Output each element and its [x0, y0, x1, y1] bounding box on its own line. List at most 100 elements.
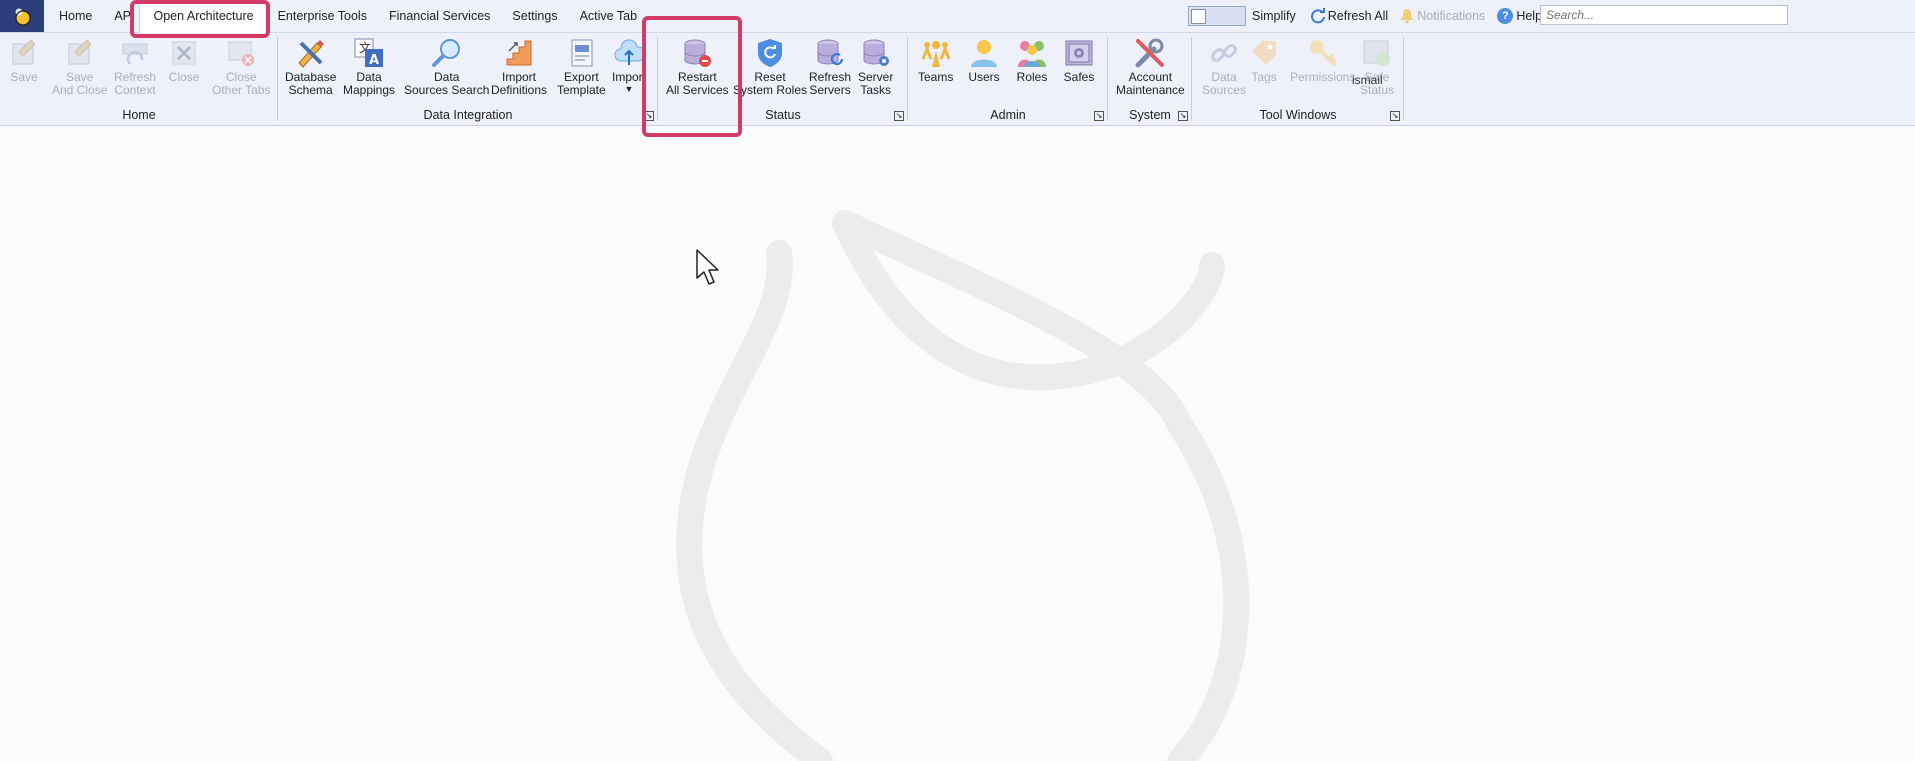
refresh-context-button[interactable]: Refresh Context: [114, 37, 156, 97]
wrench-screwdriver-icon: [1134, 37, 1166, 69]
permissions-label: Permissions: [1290, 70, 1356, 84]
close-label: Close: [168, 70, 200, 84]
users-label: Users: [968, 70, 1000, 84]
app-logo[interactable]: [0, 0, 44, 32]
refresh-servers-label: Refresh Servers: [809, 70, 852, 97]
admin-group: Teams Users Roles Safes Admin ↘: [908, 33, 1108, 125]
database-schema-label: Database Schema: [285, 70, 337, 97]
tab-financial-services[interactable]: Financial Services: [378, 0, 501, 32]
user-icon: [968, 37, 1000, 69]
tab-api[interactable]: API: [103, 0, 138, 32]
tag-icon: [1248, 37, 1280, 69]
safes-button[interactable]: Safes: [1063, 37, 1095, 84]
database-refresh-icon: [814, 37, 846, 69]
data-mappings-button[interactable]: 文A Data Mappings: [343, 37, 395, 97]
teams-icon: [920, 37, 952, 69]
link-icon: [1208, 37, 1240, 69]
help-button[interactable]: ? Help: [1497, 8, 1542, 24]
top-menu-bar: Home API Open Architecture Enterprise To…: [0, 0, 1915, 33]
database-gear-icon: [860, 37, 892, 69]
ribbon: Save Save And Close Refresh Context Clos…: [0, 33, 1915, 126]
search-input[interactable]: [1540, 5, 1788, 25]
roles-label: Roles: [1016, 70, 1048, 84]
admin-launcher-icon[interactable]: ↘: [1094, 111, 1104, 121]
reset-system-roles-button[interactable]: Reset System Roles: [733, 37, 807, 97]
database-schema-button[interactable]: Database Schema: [285, 37, 336, 97]
system-launcher-icon[interactable]: ↘: [1178, 111, 1188, 121]
server-tasks-button[interactable]: Server Tasks: [858, 37, 893, 97]
save-and-close-button[interactable]: Save And Close: [52, 37, 107, 97]
refresh-context-icon: [119, 37, 151, 69]
admin-group-label: Admin: [990, 108, 1026, 122]
refresh-servers-button[interactable]: Refresh Servers: [809, 37, 851, 97]
stairs-chart-icon: [503, 37, 535, 69]
export-template-button[interactable]: Export Template: [557, 37, 606, 97]
save-and-close-icon: [64, 37, 96, 69]
import-dropdown-arrow-icon[interactable]: ▼: [625, 84, 634, 94]
magnifier-icon: [431, 37, 463, 69]
data-integration-group: Database Schema 文A Data Mappings Data So…: [278, 33, 658, 125]
menu-tabs: Home API Open Architecture Enterprise To…: [48, 0, 648, 33]
tool-windows-launcher-icon[interactable]: ↘: [1390, 111, 1400, 121]
roles-button[interactable]: Roles: [1016, 37, 1048, 84]
import-label: Import: [612, 70, 647, 84]
document-icon: [565, 37, 597, 69]
cloud-upload-icon: [613, 37, 645, 69]
server-tasks-label: Server Tasks: [858, 70, 894, 97]
data-sources-search-button[interactable]: Data Sources Search: [404, 37, 489, 97]
notifications-button[interactable]: Notifications: [1400, 8, 1485, 24]
tab-enterprise-tools[interactable]: Enterprise Tools: [267, 0, 378, 32]
data-mappings-label: Data Mappings: [343, 70, 396, 97]
import-button[interactable]: Import ▼: [612, 37, 646, 94]
translate-icon: 文A: [353, 37, 385, 69]
refresh-all-button[interactable]: Refresh All: [1310, 8, 1388, 24]
teams-label: Teams: [918, 70, 954, 84]
system-group: Account Maintenance System ↘: [1108, 33, 1192, 125]
simplify-label: Simplify: [1252, 9, 1296, 23]
tab-active-tab[interactable]: Active Tab: [569, 0, 648, 32]
data-sources-button[interactable]: Data Sources: [1202, 37, 1246, 97]
save-label: Save: [10, 70, 38, 84]
simplify-toggle[interactable]: [1188, 6, 1246, 26]
import-definitions-label: Import Definitions: [491, 70, 548, 97]
toggle-knob: [1191, 9, 1206, 24]
tab-home[interactable]: Home: [48, 0, 103, 32]
status-group-label: Status: [765, 108, 801, 122]
close-icon: [168, 37, 200, 69]
safe-status-button[interactable]: Safe Status: [1360, 37, 1394, 97]
roles-icon: [1016, 37, 1048, 69]
safe-status-icon: [1361, 37, 1393, 69]
status-launcher-icon[interactable]: ↘: [894, 111, 904, 121]
pencil-ruler-icon: [295, 37, 327, 69]
mouse-cursor-icon: [696, 249, 719, 285]
close-button[interactable]: Close: [168, 37, 200, 84]
data-integration-launcher-icon[interactable]: ↘: [644, 111, 654, 121]
right-tools: Simplify Refresh All Notifications ? Hel…: [1188, 0, 1554, 32]
teams-button[interactable]: Teams: [918, 37, 953, 84]
account-maintenance-button[interactable]: Account Maintenance: [1116, 37, 1185, 97]
bell-icon: [1401, 9, 1414, 24]
shield-refresh-icon: [754, 37, 786, 69]
account-maintenance-label: Account Maintenance: [1116, 70, 1185, 97]
data-sources-label: Data Sources: [1202, 70, 1247, 97]
refresh-icon: [1310, 8, 1325, 24]
users-button[interactable]: Users: [968, 37, 1000, 84]
safes-label: Safes: [1063, 70, 1095, 84]
tags-label: Tags: [1251, 70, 1277, 84]
permissions-button[interactable]: Permissions: [1290, 37, 1355, 84]
watermark-logo: [676, 210, 1250, 761]
save-button[interactable]: Save: [8, 37, 40, 84]
bee-logo-icon: [15, 8, 31, 26]
import-definitions-button[interactable]: Import Definitions: [491, 37, 547, 97]
tool-windows-group-label: Tool Windows: [1259, 108, 1337, 122]
help-icon: ?: [1497, 8, 1514, 24]
safe-icon: [1063, 37, 1095, 69]
tags-button[interactable]: Tags: [1248, 37, 1280, 84]
tab-open-architecture[interactable]: Open Architecture: [138, 0, 267, 33]
notifications-label: Notifications: [1417, 9, 1486, 23]
restart-all-services-button[interactable]: Restart All Services: [666, 37, 729, 97]
help-label: Help: [1516, 9, 1543, 23]
export-template-label: Export Template: [557, 70, 606, 97]
close-other-tabs-button[interactable]: Close Other Tabs: [212, 37, 270, 97]
tab-settings[interactable]: Settings: [501, 0, 568, 32]
